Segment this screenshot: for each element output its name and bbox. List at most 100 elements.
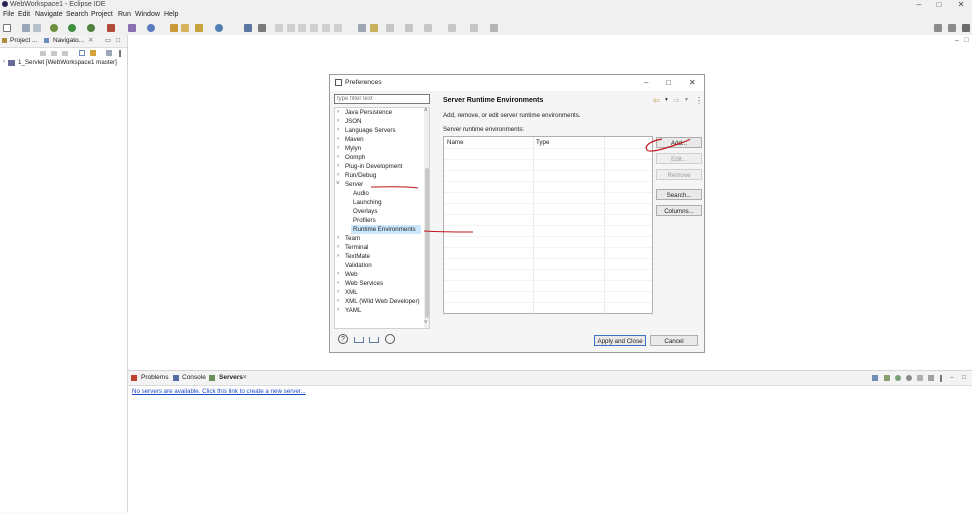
chevron-right-icon[interactable]: › [337,126,339,135]
chevron-right-icon[interactable]: › [337,171,339,180]
new-icon[interactable] [3,24,11,32]
menu-run[interactable]: Run [118,9,131,20]
add-button[interactable]: Add... [656,137,702,148]
record-icon[interactable] [385,334,395,344]
new-package-icon[interactable] [147,24,155,32]
chevron-right-icon[interactable]: › [337,306,339,315]
minimize-view-icon[interactable]: ▭ [105,35,111,47]
search-perspective-icon[interactable] [934,24,942,32]
previous-annotation-icon[interactable] [405,24,413,32]
help-icon[interactable]: ? [338,334,348,344]
chevron-right-icon[interactable]: › [337,144,339,153]
next-annotation-icon[interactable] [386,24,394,32]
menu-window[interactable]: Window [135,9,160,20]
tab-console[interactable]: Console [182,371,206,385]
minimize-view-icon[interactable]: – [950,371,954,385]
forward-nav-icon[interactable] [51,51,57,56]
last-edit-icon[interactable] [424,24,432,32]
open-perspective-icon[interactable] [948,24,956,32]
dialog-close-icon[interactable]: ✕ [689,75,696,91]
back-menu-icon[interactable]: ▼ [664,97,669,103]
menu-project[interactable]: Project [91,9,113,20]
back-icon[interactable] [448,24,456,32]
task-list-icon[interactable] [358,24,366,32]
page-menu-icon[interactable]: ⋮ [695,96,703,105]
start-server-icon[interactable] [895,375,901,381]
close-icon[interactable]: ✕ [88,35,93,47]
dialog-minimize-icon[interactable]: – [644,75,648,91]
chevron-right-icon[interactable]: › [337,243,339,252]
column-header-type[interactable]: Type [536,139,549,146]
chevron-right-icon[interactable]: › [337,117,339,126]
chevron-right-icon[interactable]: › [337,297,339,306]
close-icon[interactable]: ✕ [242,371,247,385]
close-window-icon[interactable]: ✕ [952,0,970,9]
run-icon[interactable] [68,24,76,32]
chevron-right-icon[interactable]: › [337,108,339,117]
profile-server-icon[interactable] [906,375,912,381]
tree-item-runtime-environments[interactable]: Runtime Environments [351,225,421,234]
tab-problems[interactable]: Problems [141,371,168,385]
search-toolbar-icon[interactable] [370,24,378,32]
back-nav-icon[interactable] [40,51,46,56]
up-nav-icon[interactable] [62,51,68,56]
pencil-icon[interactable] [195,24,203,32]
menu-help[interactable]: Help [164,9,178,20]
edit-button[interactable]: Edit... [656,153,702,164]
project-tree-item[interactable]: 1_Servlet [WebWorkspace1 master] [18,58,117,67]
link-editor-icon[interactable] [90,50,96,56]
view-menu-icon[interactable] [940,375,942,382]
chevron-right-icon[interactable]: › [337,279,339,288]
menu-edit[interactable]: Edit [18,9,30,20]
save-all-icon[interactable] [33,24,41,32]
collapse-all-icon[interactable] [79,50,85,56]
export-preferences-icon[interactable] [369,337,379,343]
debug-icon[interactable] [50,24,58,32]
globe-icon[interactable] [215,24,223,32]
step-return-icon[interactable] [334,24,342,32]
minimize-window-icon[interactable]: – [910,0,928,9]
apply-and-close-button[interactable]: Apply and Close [594,335,646,346]
new-java-project-icon[interactable] [128,24,136,32]
debug-server-icon[interactable] [884,375,890,381]
menu-navigate[interactable]: Navigate [35,9,63,20]
scroll-down-arrow-icon[interactable]: ˅ [424,320,428,326]
browser-icon[interactable] [244,24,252,32]
resume-icon[interactable] [275,24,283,32]
filter-icon[interactable] [106,50,112,56]
tab-navigator[interactable]: Navigato... [53,35,84,47]
scroll-up-arrow-icon[interactable]: ˄ [424,108,428,114]
forward-arrow-icon[interactable]: ⇨ [673,96,680,105]
forward-icon[interactable] [470,24,478,32]
terminate-icon[interactable] [298,24,306,32]
editor-maximize-icon[interactable]: □ [964,37,968,44]
back-arrow-icon[interactable]: ⇦ [653,96,660,105]
chevron-right-icon[interactable]: › [337,135,339,144]
menu-search[interactable]: Search [66,9,88,20]
pin-editor-icon[interactable] [490,24,498,32]
tree-scrollbar[interactable]: ˄ ˅ [424,108,429,328]
skip-breakpoints-icon[interactable] [258,24,266,32]
columns-button[interactable]: Columns... [656,205,702,216]
suspend-icon[interactable] [287,24,295,32]
new-server-icon[interactable] [872,375,878,381]
scrollbar-thumb[interactable] [425,168,429,318]
filter-input[interactable] [334,94,430,104]
chevron-right-icon[interactable]: › [337,153,339,162]
search-button[interactable]: Search... [656,189,702,200]
maximize-window-icon[interactable]: □ [930,0,948,9]
open-type-icon[interactable] [170,24,178,32]
maximize-view-icon[interactable]: □ [962,371,966,385]
view-menu-icon[interactable] [119,50,121,57]
java-ee-perspective-icon[interactable] [962,24,970,32]
chevron-right-icon[interactable]: › [337,270,339,279]
create-server-link[interactable]: No servers are available. Click this lin… [132,388,306,395]
tab-servers[interactable]: Servers [219,371,243,385]
stop-server-icon[interactable] [917,375,923,381]
maximize-view-icon[interactable]: □ [116,35,120,47]
open-folder-icon[interactable] [181,24,189,32]
chevron-right-icon[interactable]: › [337,162,339,171]
chevron-right-icon[interactable]: › [337,288,339,297]
step-over-icon[interactable] [322,24,330,32]
cancel-button[interactable]: Cancel [650,335,698,346]
